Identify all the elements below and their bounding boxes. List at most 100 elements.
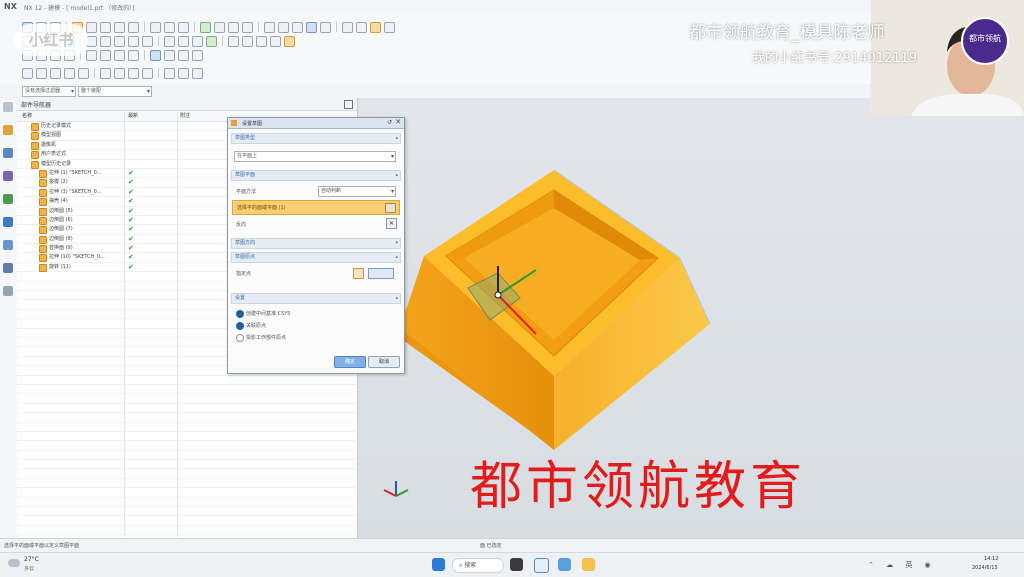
section-sketch-origin[interactable]: 草图原点 — [231, 252, 401, 263]
move-face-icon[interactable] — [264, 21, 275, 33]
offset-face-icon[interactable] — [292, 21, 303, 33]
measure-icon[interactable] — [342, 21, 353, 33]
split-body-icon[interactable] — [320, 21, 331, 33]
nx-app-icon[interactable] — [534, 558, 549, 573]
edge-blend-icon[interactable] — [200, 21, 211, 33]
shaded-icon[interactable] — [150, 49, 161, 61]
clock-icon[interactable] — [3, 263, 13, 273]
rectangle-icon[interactable] — [128, 35, 139, 47]
project-work-origin-checkbox[interactable] — [236, 334, 244, 342]
select-icon[interactable] — [164, 67, 175, 79]
column-name[interactable]: 名称 — [22, 112, 32, 119]
reverse-direction-icon[interactable]: ✕ — [386, 218, 397, 229]
orient-icon[interactable] — [192, 49, 203, 61]
boss-icon[interactable] — [128, 21, 139, 33]
taskbar-search[interactable]: ⌕ 搜索 — [452, 558, 504, 573]
project-curve-icon[interactable] — [192, 35, 203, 47]
rotate-view-icon[interactable] — [114, 49, 125, 61]
undo-icon[interactable] — [22, 67, 33, 79]
cut-icon[interactable] — [50, 67, 61, 79]
hole-icon[interactable] — [114, 21, 125, 33]
wireframe-icon[interactable] — [164, 49, 175, 61]
ok-button[interactable]: 确定 — [334, 356, 366, 368]
column-notes[interactable]: 附注 — [180, 112, 190, 119]
constraint-icon[interactable] — [206, 35, 217, 47]
close-icon[interactable]: ✕ — [395, 118, 401, 126]
latest-check-icon: ✔ — [128, 225, 134, 234]
select-face-row[interactable]: 选择平的面或平面 (1) — [232, 200, 400, 215]
sweep-icon[interactable] — [270, 35, 281, 47]
offset-curve-icon[interactable] — [178, 35, 189, 47]
brand-logo-text: 都市领航 — [969, 34, 1001, 43]
plane-method-dropdown[interactable]: 自动判断 — [318, 186, 396, 197]
spline-icon[interactable] — [142, 35, 153, 47]
weather-icon[interactable] — [8, 559, 20, 567]
assembly-navigator-icon[interactable] — [3, 125, 13, 135]
color-icon[interactable] — [128, 67, 139, 79]
column-latest[interactable]: 最新 — [128, 112, 138, 119]
paste-icon[interactable] — [78, 67, 89, 79]
section-sketch-type[interactable]: 草图类型 — [231, 133, 401, 144]
chamfer-icon[interactable] — [214, 21, 225, 33]
filter-icon[interactable] — [178, 67, 189, 79]
transparency-icon[interactable] — [142, 67, 153, 79]
redo-icon[interactable] — [36, 67, 47, 79]
settings-icon[interactable] — [192, 67, 203, 79]
view-icon[interactable] — [384, 21, 395, 33]
draft-icon[interactable] — [242, 21, 253, 33]
render-icon[interactable] — [284, 35, 295, 47]
reuse-library-icon[interactable] — [3, 194, 13, 204]
create-datum-csys-checkbox[interactable] — [236, 310, 244, 318]
selection-scope-dropdown[interactable]: 整个装配 — [78, 86, 152, 97]
file-explorer-icon[interactable] — [582, 558, 595, 571]
pan-icon[interactable] — [128, 49, 139, 61]
zoom-icon[interactable] — [100, 49, 111, 61]
fit-view-icon[interactable] — [86, 49, 97, 61]
copy-icon[interactable] — [64, 67, 75, 79]
thicken-icon[interactable] — [256, 35, 267, 47]
intersect-icon[interactable] — [178, 21, 189, 33]
roles-icon[interactable] — [3, 286, 13, 296]
start-icon[interactable] — [432, 558, 445, 571]
browser-icon[interactable] — [558, 558, 571, 571]
settings-icon[interactable] — [3, 102, 13, 112]
select-face-icon[interactable] — [385, 203, 396, 213]
unite-icon[interactable] — [150, 21, 161, 33]
navigator-pin-icon[interactable] — [344, 100, 353, 109]
selection-filter-dropdown[interactable]: 没有选择过滤器 — [22, 86, 76, 97]
point-dialog-icon[interactable] — [353, 268, 364, 279]
revolve-icon[interactable] — [100, 21, 111, 33]
xiaohongshu-text: 小红书 — [28, 31, 74, 49]
section-view-icon[interactable] — [178, 49, 189, 61]
fillet-icon[interactable] — [164, 35, 175, 47]
show-icon[interactable] — [114, 67, 125, 79]
constraint-navigator-icon[interactable] — [3, 148, 13, 158]
section-settings[interactable]: 设置 — [231, 293, 401, 304]
trim-body-icon[interactable] — [306, 21, 317, 33]
clock-time[interactable]: 14:12 — [984, 556, 998, 562]
extrude-icon[interactable] — [86, 21, 97, 33]
section-sketch-direction[interactable]: 草图方向 — [231, 238, 401, 249]
replace-face-icon[interactable] — [278, 21, 289, 33]
point-type-dropdown[interactable] — [368, 268, 394, 279]
shell-icon[interactable] — [228, 21, 239, 33]
reset-icon[interactable]: ↺ — [387, 119, 392, 126]
circle-icon[interactable] — [114, 35, 125, 47]
analysis-icon[interactable] — [356, 21, 367, 33]
associative-origin-checkbox[interactable] — [236, 322, 244, 330]
web-browser-icon[interactable] — [3, 217, 13, 227]
section-sketch-plane[interactable]: 草图平面 — [231, 170, 401, 181]
task-view-icon[interactable] — [510, 558, 523, 571]
part-navigator-icon[interactable] — [3, 171, 13, 181]
history-icon[interactable] — [3, 240, 13, 250]
hide-icon[interactable] — [100, 67, 111, 79]
layer-icon[interactable] — [370, 21, 381, 33]
arc-icon[interactable] — [100, 35, 111, 47]
subtract-icon[interactable] — [164, 21, 175, 33]
tray-icons[interactable]: ⌃ ☁ 英 ◉ — [868, 560, 936, 570]
weather-temp[interactable]: 27°C — [24, 556, 39, 563]
surface-icon[interactable] — [228, 35, 239, 47]
sketch-type-dropdown[interactable]: 在平面上 — [234, 151, 396, 162]
cancel-button[interactable]: 取消 — [368, 356, 400, 368]
sew-icon[interactable] — [242, 35, 253, 47]
